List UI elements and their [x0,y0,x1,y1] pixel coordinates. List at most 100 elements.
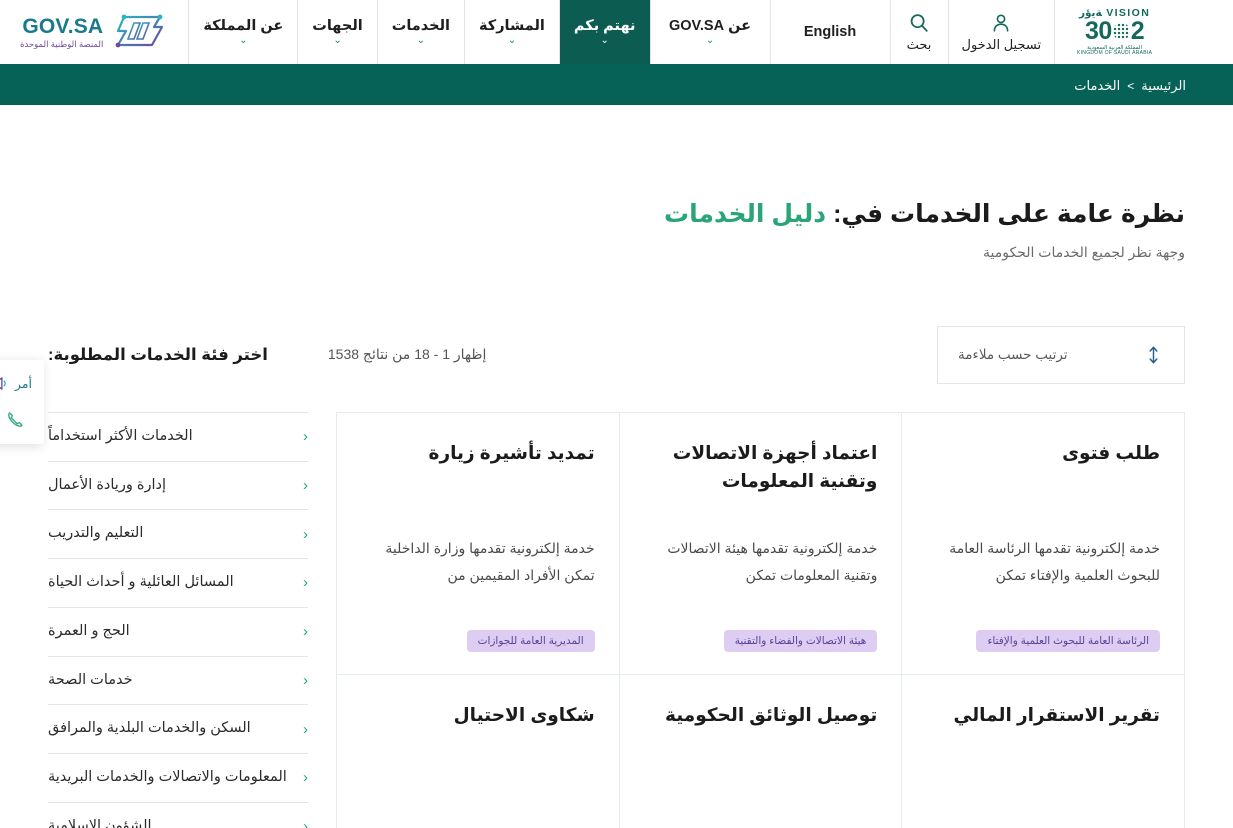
site-header: GOV.SA المنصة الوطنية الموحدة عن المملكة… [0,0,1233,67]
service-card-agency-badge[interactable]: هيئة الاتصالات والفضاء والتقنية [723,629,878,652]
service-card-title: اعتماد أجهزة الاتصالات وتقنية المعلومات [672,441,878,491]
vision-2030-logo[interactable]: VISION ﺔﻳﺅﺭ 2 30 المملكة العربية السعودي… [1054,0,1174,64]
content-area: الخدمات الأكثر استخداماً ‹ إدارة وريادة … [48,411,1185,828]
chevron-down-icon: ⌄ [705,35,715,46]
nav-item-participation[interactable]: المشاركة ⌄ [463,0,559,64]
service-card-agency-badge[interactable]: الرئاسة العامة للبحوث العلمية والإفتاء [976,629,1160,652]
floating-widget-label: أمر [14,377,32,391]
sidebar-item-islamic-affairs[interactable]: الشؤون الإسلامية ‹ [48,803,308,828]
chevron-down-icon: ⌄ [416,35,426,46]
chevron-left-icon: ‹ [303,818,308,828]
service-card[interactable]: اعتماد أجهزة الاتصالات وتقنية المعلومات … [618,412,902,675]
govsa-logo-name: GOV.SA [22,14,104,38]
sidebar-item-ict-postal[interactable]: المعلومات والاتصالات والخدمات البريدية ‹ [48,754,308,803]
category-sidebar: الخدمات الأكثر استخداماً ‹ إدارة وريادة … [48,411,308,828]
language-switch-button[interactable]: English [769,0,890,64]
login-button[interactable]: تسجيل الدخول [947,0,1055,64]
nav-item-about-kingdom[interactable]: عن المملكة ⌄ [188,0,297,64]
chevron-left-icon: ‹ [303,476,308,494]
service-card-title: طلب فتوى [1062,441,1160,463]
sidebar-item-label: خدمات الصحة [48,671,133,688]
nav-item-entities[interactable]: الجهات ⌄ [297,0,376,64]
service-card-title: توصيل الوثائق الحكومية [664,703,878,725]
service-card-title: تمديد تأشيرة زيارة [428,441,595,463]
search-button[interactable]: بحث [889,0,948,64]
sort-dropdown[interactable]: ترتيب حسب ملاءمة [937,325,1185,384]
floating-widget-item-order[interactable]: أمر [0,374,32,393]
service-card-description [361,797,595,828]
login-label: تسجيل الدخول [961,36,1042,52]
page-title-prefix: نظرة عامة على الخدمات في: [833,200,1185,228]
service-card[interactable]: تقرير الاستقرار المالي [901,674,1184,828]
govsa-mark-icon [115,14,164,48]
nav-item-we-care[interactable]: نهتم بكم ⌄ [558,0,650,64]
nav-label: عن المملكة [203,18,284,34]
user-icon [993,13,1009,32]
language-switch-label: English [803,24,857,40]
breadcrumb-separator-icon: > [1127,79,1135,93]
chevron-left-icon: ‹ [303,720,308,738]
sidebar-item-label: إدارة وريادة الأعمال [48,476,166,493]
chevron-left-icon: ‹ [303,623,308,641]
breadcrumb-item-home[interactable]: الرئيسية [1141,78,1186,94]
sidebar-item-most-used[interactable]: الخدمات الأكثر استخداماً ‹ [48,411,308,462]
service-card-description: خدمة إلكترونية تقدمها هيئة الاتصالات وتق… [667,539,878,584]
sidebar-item-label: التعليم والتدريب [48,525,144,542]
breadcrumb-item-services[interactable]: الخدمات [1074,78,1120,94]
chevron-left-icon: ‹ [303,525,308,543]
floating-widget-item-phone[interactable] [5,409,32,430]
nav-item-about-govsa[interactable]: عن GOV.SA ⌄ [649,0,770,64]
service-card[interactable]: شكاوى الاحتيال [336,674,619,828]
sidebar-item-label: المعلومات والاتصالات والخدمات البريدية [48,769,287,785]
floating-contact-widget[interactable]: أمر [0,360,44,444]
sort-label: ترتيب حسب ملاءمة [958,346,1068,362]
service-card[interactable]: طلب فتوى خدمة إلكترونية تقدمها الرئاسة ا… [901,412,1184,675]
page-title-accent: دليل الخدمات [664,200,827,228]
sidebar-item-housing[interactable]: السكن والخدمات البلدية والمرافق ‹ [48,705,308,754]
service-card-description: خدمة إلكترونية تقدمها الرئاسة العامة للب… [949,539,1160,584]
sort-arrows-icon [1149,346,1158,364]
sidebar-item-label: المسائل العائلية و أحداث الحياة [48,574,234,590]
service-card-title: شكاوى الاحتيال [453,703,595,725]
sidebar-item-hajj-umrah[interactable]: الحج و العمرة ‹ [48,608,308,657]
chevron-left-icon: ‹ [303,574,308,592]
page-body: نظرة عامة على الخدمات في: دليل الخدمات و… [0,105,1233,828]
page-title: نظرة عامة على الخدمات في: دليل الخدمات [48,198,1185,232]
sidebar-item-family[interactable]: المسائل العائلية و أحداث الحياة ‹ [48,559,308,608]
vision-logo-year-left: 2 [1130,17,1145,46]
sidebar-item-education[interactable]: التعليم والتدريب ‹ [48,510,308,559]
vision-logo-year-right: 30 [1084,17,1112,46]
chevron-down-icon: ⌄ [333,35,342,46]
service-card-description [644,797,878,828]
nav-label: عن GOV.SA [668,18,752,34]
service-card-agency-badge[interactable]: المديرية العامة للجوازات [466,629,595,652]
chevron-left-icon: ‹ [303,769,308,787]
sidebar-item-label: السكن والخدمات البلدية والمرافق [48,720,251,737]
chevron-down-icon: ⌄ [239,35,248,46]
nav-label: الجهات [312,18,363,34]
results-toolbar: اختر فئة الخدمات المطلوبة: إظهار 1 - 18 … [48,325,1185,384]
govsa-logo[interactable]: GOV.SA المنصة الوطنية الموحدة [0,0,188,64]
nav-item-services[interactable]: الخدمات ⌄ [376,0,464,64]
service-card[interactable]: تمديد تأشيرة زيارة خدمة إلكترونية تقدمها… [336,412,619,675]
chevron-down-icon: ⌄ [507,35,517,46]
sidebar-item-label: الشؤون الإسلامية [48,817,152,828]
chevron-left-icon: ‹ [303,671,308,689]
service-card[interactable]: توصيل الوثائق الحكومية [618,674,902,828]
nav-label: المشاركة [478,18,545,34]
search-icon [910,13,928,32]
page-subtitle: وجهة نظر لجميع الخدمات الحكومية [983,243,1185,260]
phone-icon [8,412,23,427]
chevron-left-icon: ‹ [303,428,308,446]
service-card-description: خدمة إلكترونية تقدمها وزارة الداخلية تمك… [385,539,595,584]
title-block: نظرة عامة على الخدمات في: دليل الخدمات و… [48,105,1185,261]
service-cards-grid: طلب فتوى خدمة إلكترونية تقدمها الرئاسة ا… [336,411,1185,828]
search-label: بحث [906,36,932,52]
govsa-logo-tagline: المنصة الوطنية الموحدة [20,38,104,49]
sidebar-item-health[interactable]: خدمات الصحة ‹ [48,657,308,706]
sidebar-item-label: الحج و العمرة [48,622,130,639]
nav-label: الخدمات [391,18,450,34]
breadcrumb: الرئيسية > الخدمات [0,67,1233,105]
sidebar-item-business[interactable]: إدارة وريادة الأعمال ‹ [48,462,308,511]
service-card-title: تقرير الاستقرار المالي [953,703,1160,725]
